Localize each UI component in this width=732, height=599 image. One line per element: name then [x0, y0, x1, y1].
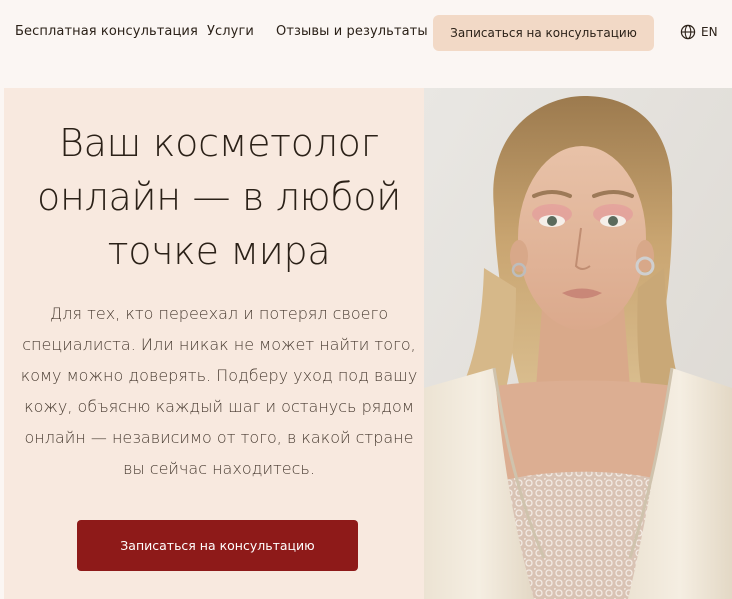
hero-description-line: кожу, объясню каждый шаг и останусь рядо…: [24, 397, 414, 416]
language-switcher[interactable]: EN: [680, 24, 718, 40]
hero-description-line: Для тех, кто переехал и потерял своего: [49, 304, 389, 323]
hero-description: Для тех, кто переехал и потерял своего с…: [14, 298, 424, 484]
hero-description-line: онлайн — независимо от того, в какой стр…: [24, 428, 414, 447]
hero-title-line: Ваш косметолог: [59, 121, 379, 165]
nav-book-consultation-button[interactable]: Записаться на консультацию: [433, 15, 654, 51]
hero-description-line: кому можно доверять. Подберу уход под ва…: [20, 366, 418, 385]
cosmetologist-portrait-photo: [424, 88, 732, 599]
landing-page: Бесплатная консультация Услуги Отзывы и …: [0, 0, 732, 599]
globe-icon: [680, 24, 696, 40]
hero-title: Ваш косметолог онлайн — в любой точке ми…: [14, 116, 424, 278]
hero-title-line: точке мира: [107, 229, 331, 273]
nav-link-free-consultation[interactable]: Бесплатная консультация: [15, 24, 198, 39]
hero-description-line: вы сейчас находитесь.: [123, 459, 315, 478]
hero-book-consultation-button[interactable]: Записаться на консультацию: [77, 520, 358, 571]
nav-link-reviews[interactable]: Отзывы и результаты: [276, 24, 428, 39]
nav-link-services[interactable]: Услуги: [207, 24, 254, 39]
hero-description-line: специалиста. Или никак не может найти то…: [22, 335, 416, 354]
top-navigation: Бесплатная консультация Услуги Отзывы и …: [0, 0, 732, 66]
language-label: EN: [701, 25, 718, 39]
hero-title-line: онлайн — в любой: [37, 175, 401, 219]
